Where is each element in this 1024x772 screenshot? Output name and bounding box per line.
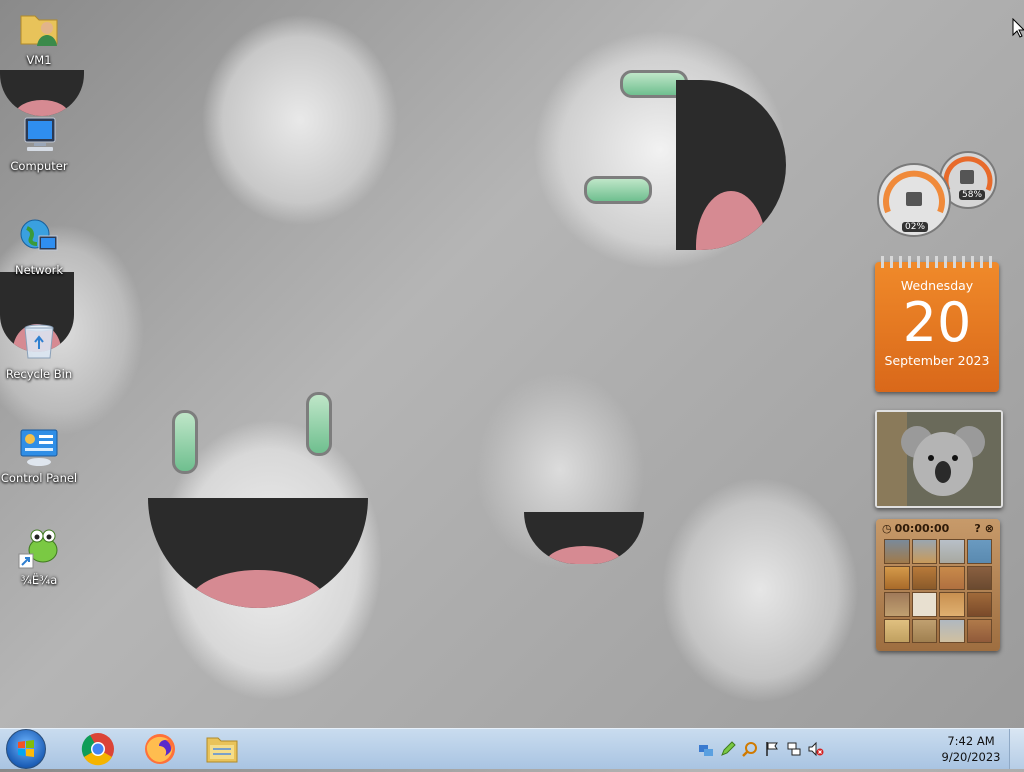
clock-icon: ◷ (882, 521, 892, 535)
chrome-icon (81, 733, 114, 766)
network-globe-icon (20, 219, 58, 251)
frog-shortcut-icon (18, 529, 58, 569)
start-button[interactable] (6, 729, 46, 769)
help-icon[interactable]: ? (974, 522, 980, 535)
cpu-meter-gadget[interactable]: 02% 58% (876, 150, 1000, 240)
puzzle-tile[interactable] (884, 618, 910, 643)
puzzle-tile[interactable] (966, 618, 992, 643)
puzzle-timer: 00:00:00 (894, 521, 950, 535)
picture-puzzle-gadget[interactable]: ◷ 00:00:00 ? ⊗ (876, 519, 1000, 651)
windows-logo-icon (18, 740, 34, 757)
firefox-icon (145, 734, 175, 764)
clock-time: 7:42 AM (947, 734, 995, 748)
puzzle-tile[interactable] (911, 592, 937, 617)
puzzle-tile[interactable] (911, 618, 937, 643)
slideshow-gadget[interactable] (875, 410, 1003, 508)
search-icon[interactable] (742, 741, 758, 757)
puzzle-tile[interactable] (939, 565, 965, 590)
desktop-icon-label: Recycle Bin (5, 367, 73, 381)
show-desktop-button[interactable] (1009, 729, 1024, 769)
puzzle-tile[interactable] (966, 539, 992, 564)
puzzle-grid[interactable] (884, 539, 992, 643)
control-panel-icon (20, 429, 58, 466)
action-center-flag-icon[interactable] (764, 741, 780, 757)
puzzle-tile[interactable] (884, 592, 910, 617)
mouse-cursor-icon (1012, 18, 1024, 38)
puzzle-tile[interactable] (939, 592, 965, 617)
desktop-icon-shortcut[interactable]: ¾Ë¾a (0, 526, 78, 587)
desktop-icon-recycle-bin[interactable]: Recycle Bin (0, 320, 78, 381)
puzzle-tile[interactable] (884, 565, 910, 590)
firefox-taskbar-button[interactable] (138, 730, 182, 768)
desktop-icon-label: Network (14, 263, 64, 277)
wallpaper (0, 0, 1024, 728)
chrome-taskbar-button[interactable] (76, 730, 120, 768)
clock-date: 9/20/2023 (941, 750, 1001, 764)
pencil-icon[interactable] (720, 741, 736, 757)
cpu-usage-value: 02% (902, 222, 929, 232)
puzzle-tile[interactable] (939, 618, 965, 643)
network-settings-icon[interactable] (698, 741, 714, 757)
puzzle-tile[interactable] (911, 565, 937, 590)
system-tray (698, 729, 824, 769)
puzzle-tile[interactable] (939, 539, 965, 564)
taskbar-clock[interactable]: 7:42 AM 9/20/2023 (936, 733, 1006, 765)
calendar-gadget[interactable]: Wednesday 20 September 2023 (875, 256, 999, 392)
desktop-icon-computer[interactable]: Computer (0, 112, 78, 173)
desktop-icon-network[interactable]: Network (0, 216, 78, 277)
network-icon[interactable] (786, 741, 802, 757)
puzzle-tile[interactable] (966, 592, 992, 617)
recycle-bin-icon (24, 324, 54, 359)
user-folder-icon (20, 15, 58, 46)
calendar-month-year: September 2023 (884, 353, 990, 368)
desktop-icon-label: Computer (10, 159, 68, 173)
desktop-icon-label: Control Panel (0, 471, 78, 485)
memory-usage-value: 58% (959, 190, 986, 200)
desktop-icon-control-panel[interactable]: Control Panel (0, 424, 78, 485)
folder-icon (206, 737, 238, 763)
explorer-taskbar-button[interactable] (200, 730, 244, 768)
koala-photo-icon (877, 412, 1001, 506)
desktop-icon-vm1[interactable]: VM1 (0, 6, 78, 67)
computer-icon (24, 117, 56, 151)
taskbar: 7:42 AM 9/20/2023 (0, 728, 1024, 769)
calendar-rings (881, 256, 993, 268)
puzzle-tile[interactable] (911, 539, 937, 564)
shuffle-icon[interactable]: ⊗ (985, 522, 994, 535)
desktop-icon-label: ¾Ë¾a (20, 573, 58, 587)
volume-muted-icon[interactable] (808, 741, 824, 757)
calendar-day-number: 20 (902, 291, 972, 354)
puzzle-tile[interactable] (884, 539, 910, 564)
desktop-icon-label: VM1 (26, 53, 52, 67)
puzzle-tile[interactable] (966, 565, 992, 590)
